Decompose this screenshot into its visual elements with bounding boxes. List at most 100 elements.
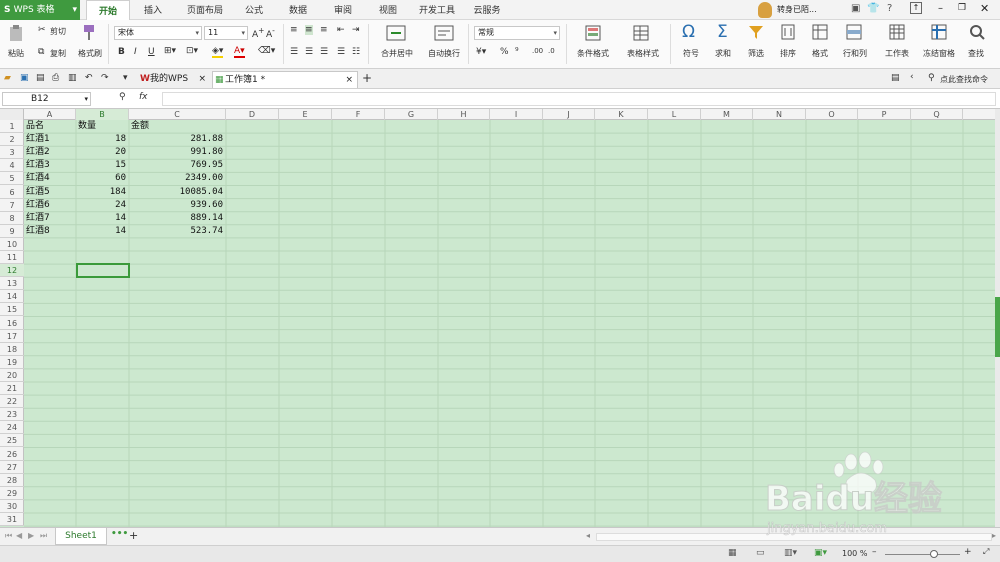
page-break-view-icon[interactable]: ▥▾	[784, 548, 797, 558]
cell-quantity[interactable]: 60	[78, 172, 126, 185]
underline-icon[interactable]: U	[148, 47, 155, 57]
conditional-format-button[interactable]: 条件格式	[570, 49, 616, 59]
column-header-M[interactable]: M	[701, 109, 753, 120]
search-command-input[interactable]: 点此查找命令	[940, 74, 988, 85]
row-header-23[interactable]: 23	[0, 408, 24, 422]
column-header-B[interactable]: B	[76, 109, 129, 120]
row-header-30[interactable]: 30	[0, 500, 24, 513]
scissors-icon[interactable]: ✂	[38, 25, 46, 35]
column-header-J[interactable]: J	[543, 109, 595, 120]
selected-cell-outline[interactable]	[76, 263, 130, 279]
open-folder-icon[interactable]: ▰	[4, 73, 11, 83]
zoom-slider[interactable]	[885, 554, 960, 555]
user-name[interactable]: 转身已陌...	[777, 4, 817, 15]
cell-amount[interactable]: 889.14	[131, 212, 223, 225]
italic-icon[interactable]: I	[134, 47, 137, 57]
vertical-scroll-thumb[interactable]	[995, 297, 1000, 357]
omega-symbol-icon[interactable]: Ω	[682, 22, 695, 42]
tab-formula[interactable]: 公式	[236, 0, 272, 20]
cell-product-name[interactable]: 红酒8	[26, 225, 73, 238]
conditional-format-icon[interactable]	[584, 24, 602, 42]
close-icon[interactable]: ✕	[980, 2, 989, 15]
paste-icon[interactable]	[7, 24, 25, 42]
row-header-24[interactable]: 24	[0, 421, 24, 435]
redo-icon[interactable]: ↷	[101, 73, 109, 83]
bold-icon[interactable]: B	[118, 47, 125, 57]
new-tab-icon[interactable]: +	[362, 71, 372, 85]
customize-chevron-icon[interactable]: ▾	[123, 73, 128, 83]
merge-center-button[interactable]: 合并居中	[374, 49, 420, 59]
name-box[interactable]: B12 ▾	[2, 92, 91, 106]
tab-insert[interactable]: 插入	[134, 0, 172, 20]
save-icon[interactable]: ▣	[20, 73, 29, 83]
tab-developer[interactable]: 开发工具	[412, 0, 462, 20]
export-pdf-icon[interactable]: ▤	[36, 73, 45, 83]
font-shrink-icon[interactable]: A-	[266, 26, 275, 40]
zoom-out-icon[interactable]: –	[872, 547, 877, 557]
close-tab-icon[interactable]: ×	[345, 72, 353, 88]
cell-quantity[interactable]: 24	[78, 199, 126, 212]
upload-icon[interactable]: ↑	[910, 2, 922, 14]
worksheet-icon[interactable]	[889, 24, 905, 40]
filter-button[interactable]: 筛选	[741, 49, 771, 59]
indent-increase-icon[interactable]: ⇥	[352, 25, 360, 35]
align-middle-icon[interactable]: ≡	[305, 25, 313, 35]
row-header-25[interactable]: 25	[0, 434, 24, 448]
reading-mode-icon[interactable]: ▣▾	[814, 548, 827, 558]
wrap-text-icon[interactable]	[434, 24, 454, 42]
thousands-button[interactable]: ⁹	[515, 47, 519, 57]
print-icon[interactable]: ⎙	[52, 73, 59, 83]
cell-product-name[interactable]: 红酒1	[26, 133, 73, 146]
row-header-10[interactable]: 10	[0, 238, 24, 251]
column-header-N[interactable]: N	[753, 109, 806, 120]
row-header-7[interactable]: 7	[0, 199, 24, 212]
scroll-right-icon[interactable]: ▸	[992, 531, 996, 540]
sheet-tab-sheet1[interactable]: Sheet1	[55, 528, 107, 545]
row-header-3[interactable]: 3	[0, 146, 24, 160]
more-sheets-icon[interactable]: •••	[111, 529, 128, 539]
number-format-select[interactable]: 常规 ▾	[474, 26, 560, 40]
currency-icon[interactable]: ¥▾	[476, 47, 486, 57]
row-col-button[interactable]: 行和列	[837, 49, 873, 59]
align-bottom-icon[interactable]: ≡	[320, 25, 328, 35]
row-header-14[interactable]: 14	[0, 290, 24, 304]
percent-button[interactable]: %	[500, 47, 509, 57]
format-icon[interactable]	[812, 24, 828, 40]
tab-view[interactable]: 视图	[370, 0, 406, 20]
search-icon[interactable]: ⚲	[928, 73, 935, 83]
doc-tab-my-wps[interactable]: W 我的WPS ×	[138, 71, 208, 88]
zoom-magnifier-icon[interactable]: ⚲	[119, 92, 126, 102]
font-size-select[interactable]: 11 ▾	[204, 26, 248, 40]
row-header-8[interactable]: 8	[0, 212, 24, 225]
worksheet-button[interactable]: 工作表	[878, 49, 916, 59]
row-header-1[interactable]: 1	[0, 120, 24, 134]
row-header-31[interactable]: 31	[0, 513, 24, 527]
cell-quantity[interactable]: 15	[78, 159, 126, 172]
prev-sheet-icon[interactable]: ◀	[16, 531, 22, 540]
fill-color-icon[interactable]: ◈▾	[212, 46, 224, 58]
column-header-P[interactable]: P	[858, 109, 911, 120]
clear-format-icon[interactable]: ⌫▾	[258, 46, 275, 56]
zoom-in-icon[interactable]: +	[964, 547, 972, 557]
increase-decimal-icon[interactable]: .00	[532, 47, 543, 55]
row-header-21[interactable]: 21	[0, 382, 24, 396]
cell-amount[interactable]: 281.88	[131, 133, 223, 146]
add-sheet-icon[interactable]: +	[129, 529, 138, 542]
column-header-L[interactable]: L	[648, 109, 701, 120]
cell-product-name[interactable]: 红酒7	[26, 212, 73, 225]
copy-icon[interactable]: ⧉	[38, 47, 44, 57]
cell-product-name[interactable]: 红酒5	[26, 186, 73, 199]
cell-quantity[interactable]: 20	[78, 146, 126, 159]
cell-header-name[interactable]: 品名	[26, 120, 73, 133]
collapse-ribbon-icon[interactable]: ‹	[910, 72, 914, 82]
zoom-slider-knob[interactable]	[930, 550, 938, 558]
row-header-5[interactable]: 5	[0, 172, 24, 186]
spreadsheet-grid[interactable]: ABCDEFGHIJKLMNOPQ 1 2 3 4 5 6 7 8 9 10 11 12 13 14 15 1…	[0, 109, 995, 527]
row-header-22[interactable]: 22	[0, 395, 24, 409]
column-header-D[interactable]: D	[226, 109, 279, 120]
column-header-F[interactable]: F	[332, 109, 385, 120]
tab-review[interactable]: 审阅	[325, 0, 361, 20]
fx-button[interactable]: fx	[139, 92, 148, 102]
column-header-C[interactable]: C	[129, 109, 226, 120]
column-header-E[interactable]: E	[279, 109, 332, 120]
